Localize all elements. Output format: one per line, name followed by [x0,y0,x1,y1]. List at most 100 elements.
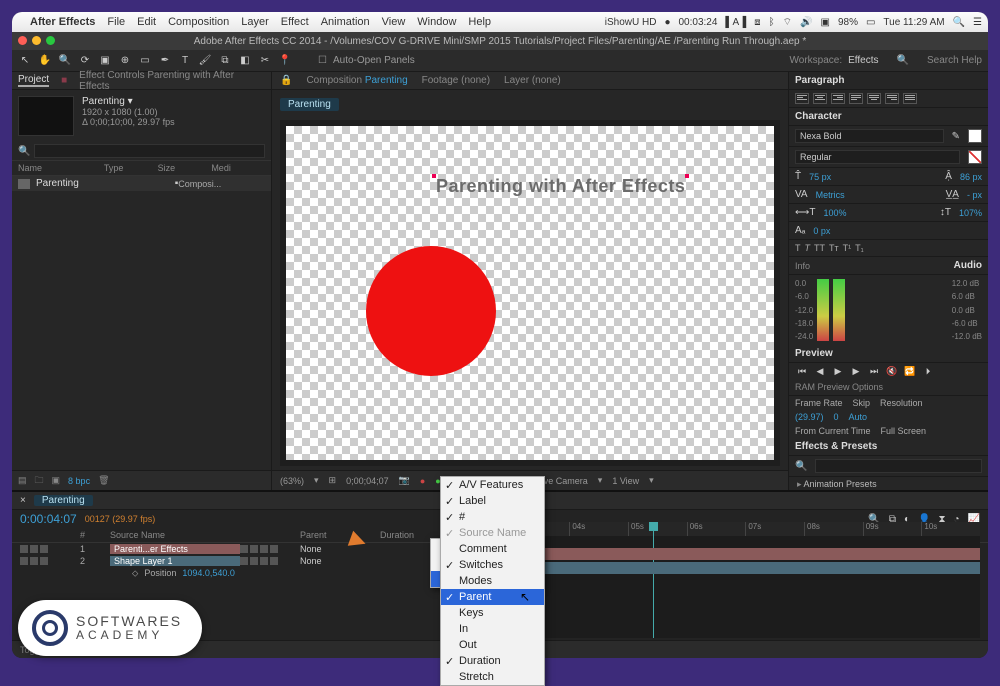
panel-effects-presets[interactable]: Effects & Presets [795,441,877,452]
snapshot-icon[interactable]: 📷 [399,475,410,486]
justify-left-icon[interactable] [849,93,863,104]
submenu-comment[interactable]: Comment [441,541,544,557]
window-maximize[interactable] [46,36,55,45]
search-help-icon[interactable]: 🔍 [897,55,909,66]
composition-viewer[interactable]: Parenting with After Effects [280,120,780,466]
baseline-field[interactable]: 0 px [813,226,830,236]
first-frame-button[interactable]: ⏮ [795,365,809,377]
kerning-field[interactable]: Metrics [816,190,845,200]
panel-info[interactable]: Info [795,261,810,271]
panel-audio[interactable]: Audio [954,260,982,271]
submenu-a-v-features[interactable]: A/V Features [441,477,544,493]
playhead[interactable] [653,522,654,638]
font-style-dropdown[interactable]: Regular [795,150,960,164]
type-tool[interactable]: T [178,54,192,68]
menu-edit[interactable]: Edit [137,16,156,28]
timeline-col[interactable] [20,530,80,540]
tab-footage[interactable]: Footage (none) [422,75,490,86]
timeline-col[interactable] [240,530,300,540]
auto-open-panels-check[interactable]: Auto-Open Panels [333,55,415,66]
layer-name[interactable]: Parenti...er Effects [110,544,240,554]
submenu-modes[interactable]: Modes [441,573,544,589]
leading-field[interactable]: 86 px [960,172,982,182]
layer-name[interactable]: Shape Layer 1 [110,556,240,566]
stroke-swatch[interactable] [968,150,982,164]
comp-thumbnail[interactable] [18,96,74,136]
submenu-label[interactable]: Label [441,493,544,509]
menu-animation[interactable]: Animation [321,16,370,28]
next-frame-button[interactable]: ▶ [849,365,863,377]
solo-toggle[interactable] [40,545,48,553]
timeline-tab[interactable]: Parenting [34,495,93,506]
last-frame-button[interactable]: ⏭ [867,365,881,377]
project-col[interactable]: Type [104,163,158,173]
justify-all-icon[interactable] [903,93,917,104]
tracking-field[interactable]: - px [967,190,982,200]
adobe-icon[interactable]: ▌A▐ [725,17,746,28]
hscale-field[interactable]: 100% [823,208,846,218]
hand-tool[interactable]: ✋ [38,54,52,68]
timeline-col[interactable]: Source Name [110,530,240,540]
fill-swatch[interactable] [968,129,982,143]
smallcaps-button[interactable]: Tᴛ [829,243,839,253]
tab-layer[interactable]: Layer (none) [504,75,561,86]
clone-tool[interactable]: ⧉ [218,54,232,68]
app-menu[interactable]: After Effects [30,16,95,28]
notifications-icon[interactable]: ☰ [973,17,982,28]
italic-button[interactable]: T [805,243,811,253]
bluetooth-icon[interactable]: ᛒ [769,17,775,28]
bold-button[interactable]: T [795,243,801,253]
rotate-tool[interactable]: ⟳ [78,54,92,68]
selection-tool[interactable]: ↖ [18,54,32,68]
roto-tool[interactable]: ✂ [258,54,272,68]
effects-search-input[interactable] [815,459,982,473]
align-right-icon[interactable] [831,93,845,104]
resolution-field[interactable]: Auto [849,412,868,422]
folder-icon[interactable]: 🗀 [35,473,44,489]
justify-right-icon[interactable] [885,93,899,104]
menu-help[interactable]: Help [468,16,491,28]
video-toggle[interactable] [20,545,28,553]
full-screen-check[interactable]: Full Screen [881,426,927,436]
volume-icon[interactable]: 🔊 [800,17,812,28]
property-value[interactable]: 1094.0,540.0 [182,568,235,579]
pen-tool[interactable]: ✒ [158,54,172,68]
prev-frame-button[interactable]: ◀ [813,365,827,377]
menu-layer[interactable]: Layer [241,16,269,28]
parent-dropdown[interactable]: None [300,544,380,554]
bpc-button[interactable]: 8 bpc [68,476,90,486]
submenu-keys[interactable]: Keys [441,605,544,621]
timecode-display[interactable]: 0;00;04;07 [346,476,389,486]
submenu--[interactable]: # [441,509,544,525]
menu-composition[interactable]: Composition [168,16,229,28]
dropbox-icon[interactable]: ⧈ [754,17,760,28]
ruler-icon[interactable]: ⊞ [329,475,337,486]
from-current-time-check[interactable]: From Current Time [795,426,871,436]
ram-options-dropdown[interactable]: RAM Preview Options [795,382,883,392]
project-col[interactable]: Size [158,163,212,173]
project-search-input[interactable] [34,144,265,158]
allcaps-button[interactable]: TT [814,243,825,253]
justify-center-icon[interactable] [867,93,881,104]
timeline-col[interactable]: # [80,530,110,540]
effect-category[interactable]: Animation Presets [789,477,988,490]
project-col[interactable]: Medi [211,163,265,173]
align-center-icon[interactable] [813,93,827,104]
shape-layer-circle[interactable] [366,246,496,376]
submenu-duration[interactable]: Duration [441,653,544,669]
camera-tool[interactable]: ▣ [98,54,112,68]
project-item[interactable]: Parenting ▪ Composi... [12,176,271,191]
tab-effect-controls[interactable]: Effect Controls Parenting with After Eff… [79,70,265,92]
superscript-button[interactable]: T¹ [843,243,852,253]
menu-view[interactable]: View [382,16,406,28]
current-time-field[interactable]: 0:00:04:07 [20,512,77,526]
vscale-field[interactable]: 107% [959,208,982,218]
brush-tool[interactable]: 🖌 [198,54,212,68]
spotlight-icon[interactable]: 🔍 [953,17,965,28]
eraser-tool[interactable]: ◧ [238,54,252,68]
zoom-tool[interactable]: 🔍 [58,54,72,68]
eyedropper-icon[interactable]: ✎ [952,131,960,142]
views-dropdown[interactable]: 1 View [612,476,639,486]
menu-file[interactable]: File [107,16,125,28]
channel-icon[interactable]: ● [420,476,425,486]
